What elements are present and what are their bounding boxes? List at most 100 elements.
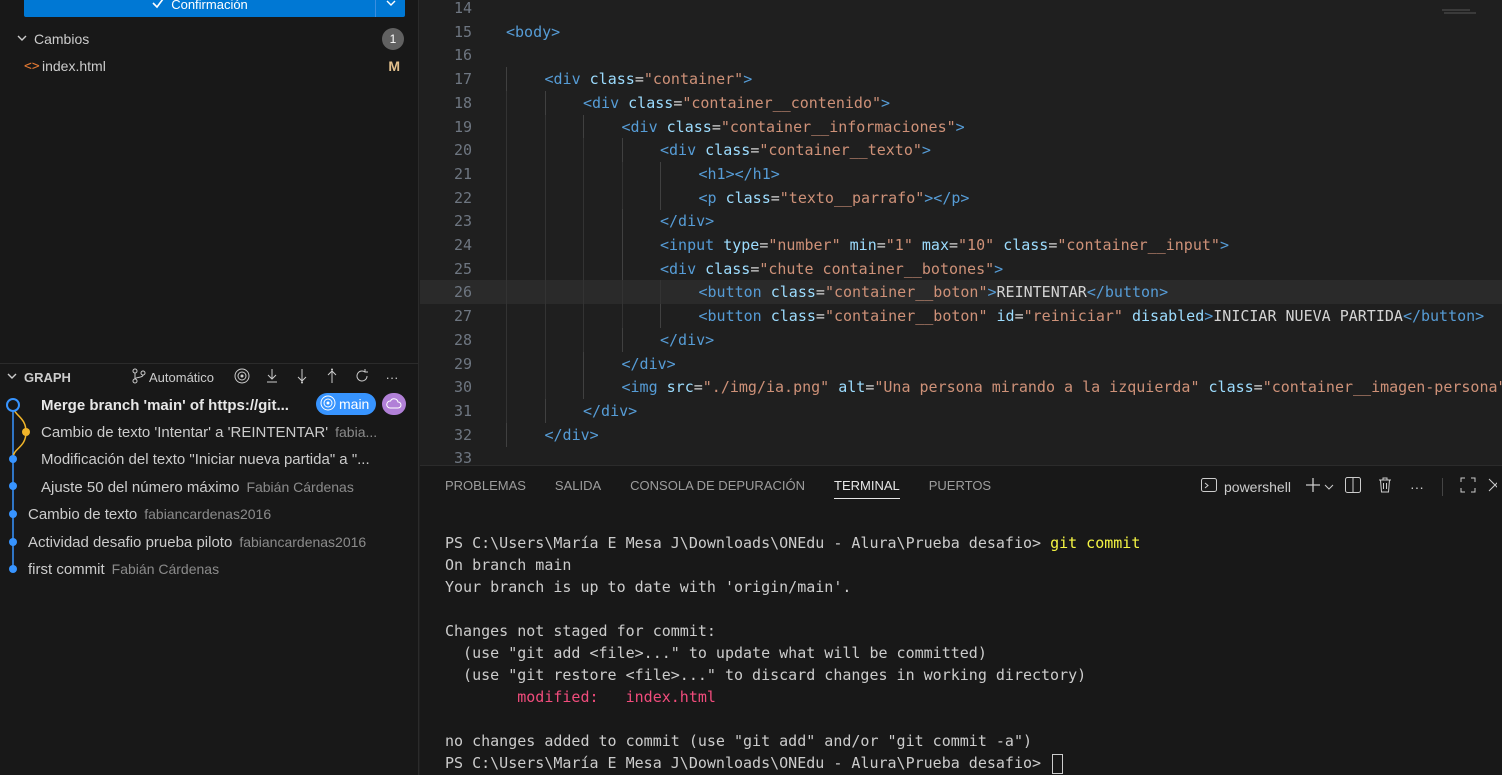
trash-icon[interactable] xyxy=(1372,476,1398,497)
commit-button[interactable]: Confirmación xyxy=(24,0,405,17)
indent-guide xyxy=(583,304,584,329)
code-token: = xyxy=(711,117,721,136)
tab-problems[interactable]: PROBLEMAS xyxy=(445,478,526,499)
commit-row[interactable]: Actividad desafio prueba piloto fabianca… xyxy=(0,529,446,555)
code-line[interactable]: 30 <img src="./img/ia.png" alt="Una perso… xyxy=(420,375,1502,400)
tab-debug-console[interactable]: CONSOLA DE DEPURACIÓN xyxy=(630,478,805,499)
code-token: class xyxy=(1003,236,1049,254)
code-line[interactable]: 14 xyxy=(420,0,1502,20)
commit-row[interactable]: Ajuste 50 del número máximo Fabián Cárde… xyxy=(0,474,459,500)
code-token: = xyxy=(949,236,959,254)
indent-guide xyxy=(583,161,584,186)
code-line[interactable]: 29 </div> xyxy=(420,351,1502,376)
more-actions-icon[interactable]: ··· xyxy=(383,370,401,385)
code-line[interactable]: 24 <input type="number" min="1" max="10" … xyxy=(420,233,1502,257)
code-line[interactable]: 16 xyxy=(420,43,1502,67)
code-line[interactable]: 31 </div> xyxy=(420,398,1502,423)
code-token: class xyxy=(666,117,712,136)
maximize-panel-icon[interactable] xyxy=(1455,477,1481,496)
commit-author: fabiancardenas2016 xyxy=(239,534,367,550)
code-content: <p class="texto__parrafo"></p> xyxy=(699,189,970,207)
new-terminal-button[interactable] xyxy=(1305,477,1334,496)
code-line[interactable]: 17 <div class="container"> xyxy=(420,67,1502,92)
indent-guide xyxy=(583,280,584,305)
html-file-icon: <> xyxy=(24,58,40,74)
remote-badge xyxy=(382,393,406,415)
commit-row[interactable]: first commit Fabián Cárdenas xyxy=(0,556,446,582)
tab-output[interactable]: SALIDA xyxy=(555,478,601,499)
target-icon[interactable] xyxy=(233,368,251,387)
code-line[interactable]: 28 </div> xyxy=(420,327,1502,352)
indent-guide xyxy=(544,351,546,376)
indent-guide xyxy=(506,138,507,163)
terminal-line: (use "git restore <file>..." to discard … xyxy=(445,666,1087,684)
pull-icon[interactable] xyxy=(293,368,311,387)
code-line[interactable]: 15 <body> xyxy=(420,20,1502,44)
code-editor[interactable]: 14 15 <body> 16 17 <div class="container"> 18 <… xyxy=(420,0,1502,465)
code-line[interactable]: 25 <div class="chute container__botones"> xyxy=(420,256,1502,281)
panel-tabs: PROBLEMAS SALIDA CONSOLA DE DEPURACIÓN T… xyxy=(445,478,1020,499)
indent-guide xyxy=(506,327,507,352)
code-line[interactable]: 26 <button class="container__boton">REINT… xyxy=(420,280,1502,305)
branch-badge: main xyxy=(316,393,377,415)
commit-message: Cambio de texto xyxy=(28,505,138,523)
code-token: </div> xyxy=(583,401,638,420)
chevron-down-icon xyxy=(1324,479,1334,495)
code-token: class xyxy=(1208,378,1254,397)
code-line[interactable]: 18 <div class="container__contenido"> xyxy=(420,90,1502,115)
code-content: <button class="container__boton" id="rei… xyxy=(699,307,1485,325)
commit-row[interactable]: Cambio de texto 'Intentar' a 'REINTENTAR… xyxy=(0,419,459,445)
terminal-shell-selector[interactable]: powershell xyxy=(1200,476,1291,497)
line-number: 24 xyxy=(453,236,472,254)
commit-row[interactable]: Modificación del texto "Iniciar nueva pa… xyxy=(0,446,459,472)
code-line[interactable]: 19 <div class="container__informaciones"> xyxy=(420,114,1502,139)
push-icon[interactable] xyxy=(323,368,341,387)
branch-name: main xyxy=(339,396,370,412)
indent-guide xyxy=(621,185,623,210)
graph-mode-selector[interactable]: Automático xyxy=(131,368,214,387)
code-line[interactable]: 32 </div> xyxy=(420,422,1502,447)
code-token: <div xyxy=(583,93,629,112)
indent-guide xyxy=(544,280,546,305)
code-line[interactable]: 21 <h1></h1> xyxy=(420,161,1502,186)
commit-row[interactable]: Cambio de texto fabiancardenas2016 xyxy=(0,501,446,527)
indent-guide xyxy=(621,327,623,352)
indent-guide xyxy=(544,327,546,352)
changes-group-header[interactable]: Cambios 1 xyxy=(0,28,418,50)
terminal-prompt: PS C:\Users\María E Mesa J\Downloads\ONE… xyxy=(445,754,1042,772)
modified-label: modified: xyxy=(517,688,599,706)
indent-guide xyxy=(506,185,507,210)
code-line[interactable]: 23 </div> xyxy=(420,209,1502,234)
changed-file-item[interactable]: <> index.html M xyxy=(0,55,418,77)
close-panel-icon[interactable] xyxy=(1487,477,1497,496)
line-number: 30 xyxy=(453,378,472,397)
minimap[interactable] xyxy=(1440,8,1480,16)
more-actions-icon[interactable]: ··· xyxy=(1404,479,1430,495)
commit-author: Fabián Cárdenas xyxy=(246,479,354,495)
code-token: min xyxy=(849,236,877,254)
chevron-down-icon xyxy=(6,370,22,385)
terminal-output[interactable]: PS C:\Users\María E Mesa J\Downloads\ONE… xyxy=(445,532,1140,774)
code-token: </button> xyxy=(1086,283,1169,302)
code-content: </div> xyxy=(660,331,714,349)
commit-dropdown-button[interactable] xyxy=(376,0,405,12)
indent-guide xyxy=(660,280,661,305)
code-line[interactable]: 20 <div class="container__texto"> xyxy=(420,138,1502,163)
code-token: class xyxy=(705,259,751,278)
code-token: "texto__parrafo" xyxy=(779,188,925,207)
indent-guide xyxy=(544,161,546,186)
tab-terminal[interactable]: TERMINAL xyxy=(834,478,900,499)
code-line[interactable]: 33 xyxy=(420,446,1502,465)
code-line[interactable]: 27 <button class="container__boton" id="r… xyxy=(420,304,1502,329)
indent-guide xyxy=(544,233,546,257)
code-content: <body> xyxy=(506,23,560,41)
graph-section-header[interactable]: GRAPH Automático ··· xyxy=(0,363,418,390)
code-line[interactable]: 22 <p class="texto__parrafo"></p> xyxy=(420,185,1502,210)
fetch-icon[interactable] xyxy=(263,368,281,387)
split-terminal-button[interactable] xyxy=(1340,476,1366,497)
commit-button-main[interactable]: Confirmación xyxy=(24,0,375,13)
tab-ports[interactable]: PUERTOS xyxy=(929,478,991,499)
refresh-icon[interactable] xyxy=(353,368,371,387)
